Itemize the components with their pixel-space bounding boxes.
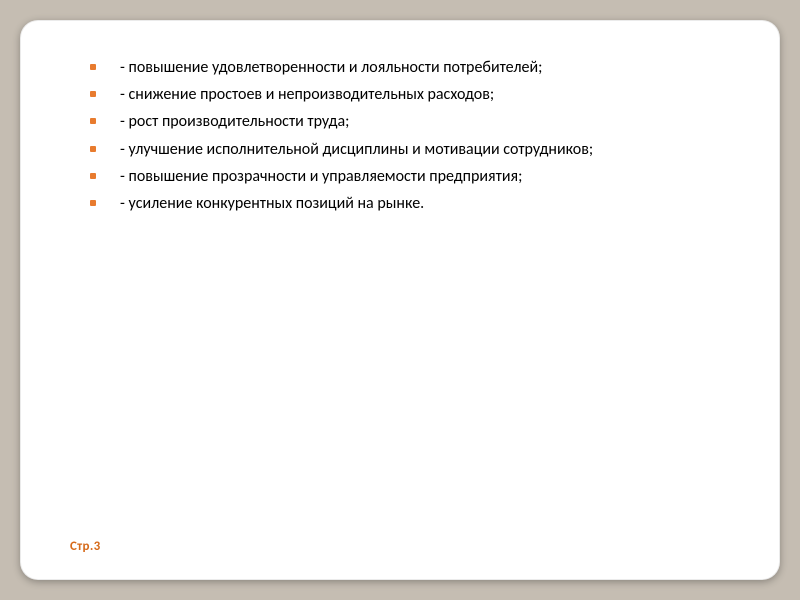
bullet-item: - усиление конкурентных позиций на рынке… bbox=[90, 192, 730, 215]
bullet-item: - рост производительности труда; bbox=[90, 110, 730, 133]
bullet-list: - повышение удовлетворенности и лояльнос… bbox=[70, 56, 730, 215]
bullet-item: - снижение простоев и непроизводительных… bbox=[90, 83, 730, 106]
bullet-item: - повышение удовлетворенности и лояльнос… bbox=[90, 56, 730, 79]
slide-content: - повышение удовлетворенности и лояльнос… bbox=[70, 56, 730, 539]
bullet-item: - повышение прозрачности и управляемости… bbox=[90, 165, 730, 188]
page-number: Стр.3 bbox=[70, 539, 730, 554]
slide-frame: - повышение удовлетворенности и лояльнос… bbox=[20, 20, 780, 580]
bullet-item: - улучшение исполнительной дисциплины и … bbox=[90, 138, 730, 161]
